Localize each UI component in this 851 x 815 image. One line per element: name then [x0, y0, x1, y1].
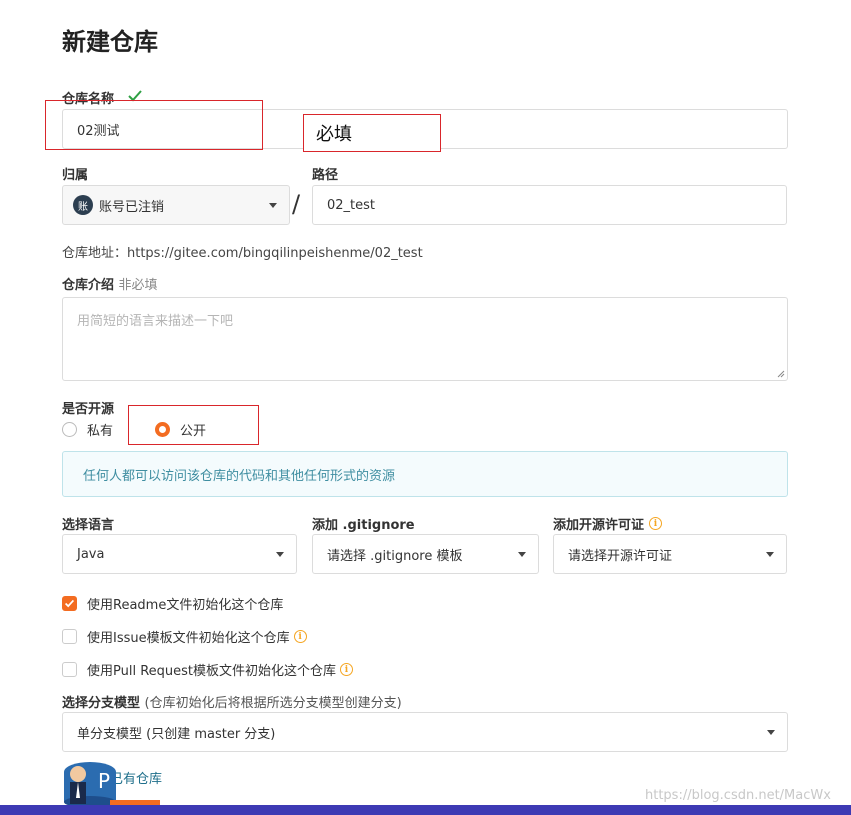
init-issue-option[interactable]: 使用Issue模板文件初始化这个仓库 i — [62, 627, 307, 646]
chevron-down-icon — [767, 730, 775, 735]
watermark: https://blog.csdn.net/MacWx — [645, 788, 831, 803]
radio-private[interactable]: 私有 — [62, 420, 113, 439]
chevron-down-icon — [276, 552, 284, 557]
resize-handle-icon[interactable] — [777, 370, 785, 378]
chevron-down-icon — [518, 552, 526, 557]
checkbox-pull-request[interactable] — [62, 662, 77, 677]
license-select[interactable]: 请选择开源许可证 — [553, 534, 787, 574]
chevron-down-icon — [766, 552, 774, 557]
page-title: 新建仓库 — [62, 28, 158, 56]
radio-private-icon — [62, 422, 77, 437]
language-label: 选择语言 — [62, 518, 115, 533]
checkmark-icon — [64, 599, 75, 608]
intro-textarea[interactable]: 用简短的语言来描述一下吧 — [62, 297, 788, 381]
avatar: 账 — [73, 195, 93, 215]
highlight-box-visibility — [128, 405, 259, 445]
chevron-down-icon — [269, 203, 277, 208]
checkbox-readme[interactable] — [62, 596, 77, 611]
visibility-label: 是否开源 — [62, 402, 115, 417]
highlight-box-repo-name — [45, 100, 263, 150]
branch-label: 选择分支模型 (仓库初始化后将根据所选分支模型创建分支) — [62, 696, 402, 711]
branch-select[interactable]: 单分支模型 (只创建 master 分支) — [62, 712, 788, 752]
info-icon[interactable]: i — [293, 630, 307, 643]
required-annotation: 必填 — [303, 114, 441, 152]
checkbox-issue[interactable] — [62, 629, 77, 644]
info-icon[interactable]: i — [649, 517, 663, 530]
init-pr-option[interactable]: 使用Pull Request模板文件初始化这个仓库 i — [62, 660, 354, 679]
visibility-notice: 任何人都可以访问该仓库的代码和其他任何形式的资源 — [62, 451, 788, 497]
owner-label: 归属 — [62, 168, 89, 183]
gitignore-label: 添加 .gitignore — [312, 518, 415, 533]
repo-address: 仓库地址：https://gitee.com/bingqilinpeishenm… — [62, 246, 423, 261]
svg-text:P: P — [98, 769, 110, 793]
intro-label: 仓库介绍 非必填 — [62, 278, 158, 293]
path-label: 路径 — [312, 168, 339, 183]
gitignore-select[interactable]: 请选择 .gitignore 模板 — [312, 534, 539, 574]
license-label: 添加开源许可证 i — [553, 514, 663, 533]
language-select[interactable]: Java — [62, 534, 297, 574]
bottom-bar — [0, 805, 851, 815]
init-readme-option[interactable]: 使用Readme文件初始化这个仓库 — [62, 594, 283, 613]
path-separator: / — [292, 190, 301, 218]
owner-select[interactable]: 账 账号已注销 — [62, 185, 290, 225]
info-icon[interactable]: i — [340, 663, 354, 676]
path-input[interactable]: 02_test — [312, 185, 787, 225]
